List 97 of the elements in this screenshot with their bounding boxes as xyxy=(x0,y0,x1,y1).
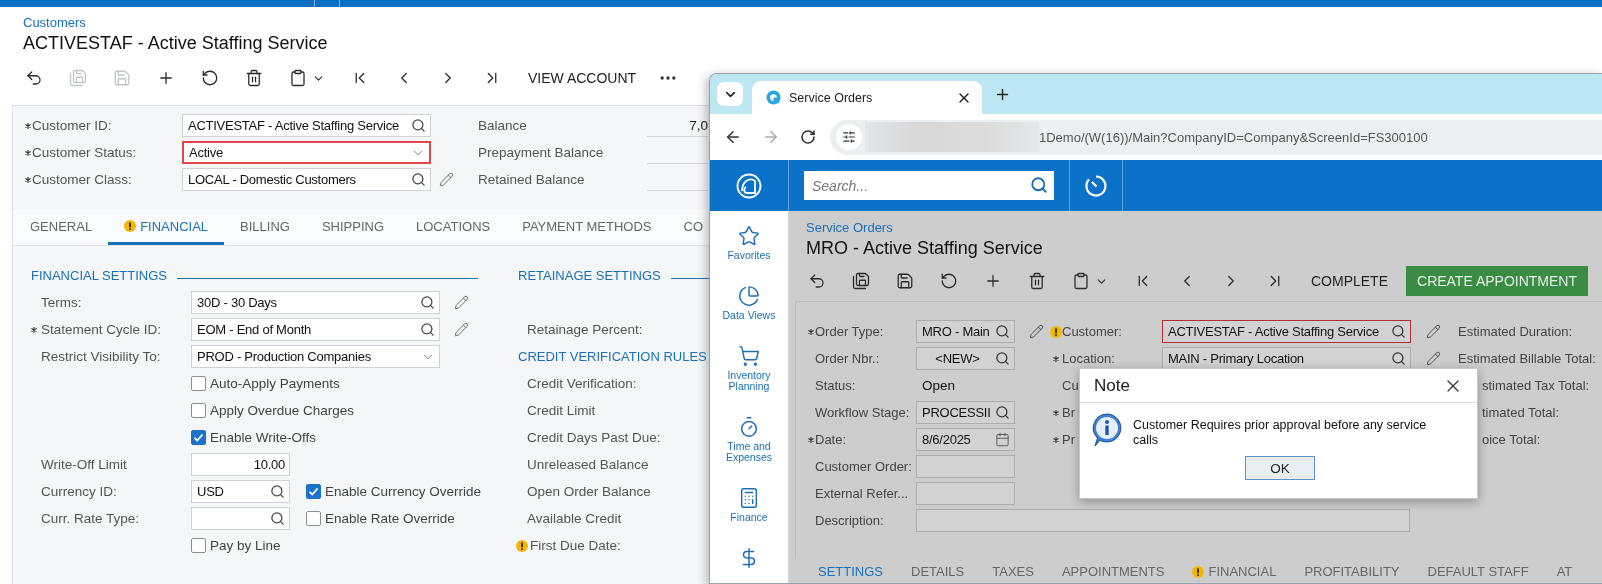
field-label: Cu xyxy=(1062,377,1079,394)
section-title: RETAINAGE SETTINGS xyxy=(518,268,661,283)
field-label: Restrict Visibility To: xyxy=(41,349,162,364)
tab[interactable]: APPOINTMENTS xyxy=(1047,560,1179,583)
tab[interactable]: FINANCIAL xyxy=(1178,560,1291,583)
field-label: Retainage Percent: xyxy=(527,322,644,337)
field-label: Balance xyxy=(478,118,528,133)
section-title: CREDIT VERIFICATION RULES xyxy=(518,349,707,364)
toolbar-button[interactable]: VIEW ACCOUNT xyxy=(528,66,637,90)
lookup-field[interactable]: 30D - 30 Days xyxy=(191,291,440,314)
nav-label[interactable]: Time and Expenses xyxy=(719,441,779,463)
tab[interactable]: AT xyxy=(1542,560,1573,583)
field-label: stimated Tax Total: xyxy=(1482,377,1590,394)
tab[interactable]: PAYMENT METHODS xyxy=(506,210,668,245)
search-field[interactable]: Search... xyxy=(804,171,1054,200)
tab[interactable]: TAXES xyxy=(978,560,1048,583)
dialog-title: Note xyxy=(1094,375,1130,396)
field-label: Open Order Balance xyxy=(527,484,652,499)
lookup-field[interactable]: PROCESSII xyxy=(916,401,1015,424)
field-label: Br xyxy=(1062,404,1075,421)
nav-label[interactable]: Data Views xyxy=(719,310,779,321)
lookup-field[interactable]: MAIN - Primary Location xyxy=(1162,347,1411,370)
field-label: Prepayment Balance xyxy=(478,145,605,160)
dialog-message: Customer Requires prior approval before any service calls xyxy=(1133,417,1428,448)
lookup-field[interactable]: ACTIVESTAF - Active Staffing Service xyxy=(182,114,431,137)
lookup-field[interactable]: EOM - End of Month xyxy=(191,318,440,341)
checkbox-label: Apply Overdue Charges xyxy=(210,403,355,418)
tab[interactable]: LOCATIONS xyxy=(400,210,507,245)
checkbox-label: Enable Write-Offs xyxy=(210,430,317,445)
field-label: Credit Days Past Due: xyxy=(527,430,662,445)
field-label: timated Total: xyxy=(1482,404,1560,421)
field-label: Estimated Billable Total: xyxy=(1458,350,1596,367)
field-label: Customer ID: xyxy=(32,118,113,133)
field-label: Pr xyxy=(1062,431,1075,448)
lookup-field[interactable]: MRO - Main xyxy=(916,320,1015,343)
nav-label[interactable]: Finance xyxy=(719,512,779,523)
browser-tab[interactable]: Service Orders xyxy=(752,81,982,114)
field-label: Retained Balance xyxy=(478,172,586,187)
field-label: Order Type: xyxy=(815,323,885,340)
checkbox-label: Enable Currency Override xyxy=(325,484,482,499)
field-label: Location: xyxy=(1062,350,1116,367)
field-label: First Due Date: xyxy=(530,538,622,553)
nav-label[interactable]: Favorites xyxy=(719,250,779,261)
tab[interactable]: CO xyxy=(667,210,703,245)
select-field[interactable]: PROD - Production Companies xyxy=(191,345,440,368)
tab[interactable]: DEFAULT STAFF xyxy=(1413,560,1543,583)
date-field[interactable]: 8/6/2025 xyxy=(916,428,1015,451)
checkbox-label: Auto-Apply Payments xyxy=(210,376,340,391)
tab[interactable]: FINANCIAL xyxy=(108,210,225,245)
tab[interactable]: SETTINGS xyxy=(804,560,897,583)
tab[interactable]: PROFITABILITY xyxy=(1290,560,1414,583)
tab[interactable]: GENERAL xyxy=(14,210,109,245)
select-field[interactable]: Active xyxy=(182,141,431,164)
field-label: Statement Cycle ID: xyxy=(41,322,163,337)
url-text: 1Demo/(W(16))/Main?CompanyID=Company&ScreenId=FS300100 xyxy=(1039,129,1428,145)
field-label: Customer Class: xyxy=(32,172,133,187)
lookup-field[interactable]: <NEW> xyxy=(916,347,1015,370)
field-label: External Refer... xyxy=(815,485,910,502)
field-label: Available Credit xyxy=(527,511,623,526)
field-label: Workflow Stage: xyxy=(815,404,911,421)
primary-button[interactable]: CREATE APPOINTMENT xyxy=(1406,266,1588,296)
field-label: Date: xyxy=(815,431,848,448)
lookup-field[interactable]: ACTIVESTAF - Active Staffing Service xyxy=(1162,320,1411,343)
section-title: FINANCIAL SETTINGS xyxy=(31,268,168,283)
field-label: Customer: xyxy=(1062,323,1123,340)
page-title: ACTIVESTAF - Active Staffing Service xyxy=(23,32,328,55)
tab[interactable]: SHIPPING xyxy=(305,210,401,245)
address-bar[interactable]: 1Demo/(W(16))/Main?CompanyID=Company&ScreenId=FS300100 xyxy=(830,119,1602,155)
value-cell: 7,0 xyxy=(647,114,708,137)
field-label: Estimated Duration: xyxy=(1458,323,1573,340)
field-label: Write-Off Limit xyxy=(41,457,128,472)
field-label: Credit Limit xyxy=(527,403,597,418)
lookup-field[interactable]: USD xyxy=(191,480,290,503)
tab[interactable]: BILLING xyxy=(224,210,306,245)
field-label: Customer Status: xyxy=(32,145,138,160)
field-label: oice Total: xyxy=(1482,431,1541,448)
field-label: Customer Order: xyxy=(815,458,913,475)
page-title: MRO - Active Staffing Service xyxy=(806,237,1043,260)
breadcrumb-link[interactable]: Service Orders xyxy=(806,220,893,236)
field-label: Currency ID: xyxy=(41,484,118,499)
field-label: Unreleased Balance xyxy=(527,457,650,472)
number-field[interactable]: 10.00 xyxy=(191,453,290,476)
field-label: Curr. Rate Type: xyxy=(41,511,141,526)
checkbox-label: Enable Rate Override xyxy=(325,511,455,526)
field-label: Order Nbr.: xyxy=(815,350,881,367)
tab[interactable]: DETAILS xyxy=(897,560,979,583)
field-value: Open xyxy=(921,378,956,393)
field-label: Terms: xyxy=(41,295,83,310)
ok-button[interactable]: OK xyxy=(1245,456,1315,480)
breadcrumb-link[interactable]: Customers xyxy=(23,15,86,31)
nav-label[interactable]: Inventory Planning xyxy=(719,370,779,392)
toolbar-button[interactable]: COMPLETE xyxy=(1311,266,1388,296)
lookup-field[interactable]: LOCAL - Domestic Customers xyxy=(182,168,431,191)
field-label: Status: xyxy=(815,377,857,394)
field-label: Description: xyxy=(815,512,885,529)
checkbox-label: Pay by Line xyxy=(210,538,281,553)
field-label: Credit Verification: xyxy=(527,376,638,391)
